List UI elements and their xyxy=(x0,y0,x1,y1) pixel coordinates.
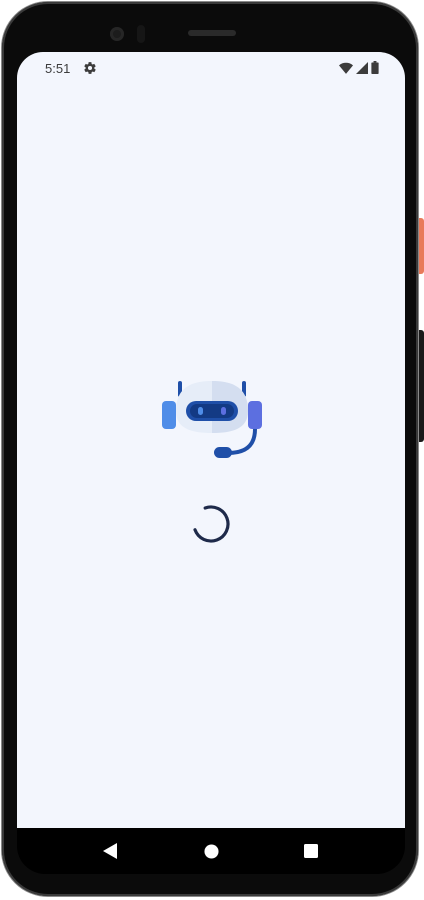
status-time: 5:51 xyxy=(45,61,71,76)
navigation-bar xyxy=(17,828,405,874)
gear-icon xyxy=(83,61,97,75)
robot-headset-icon xyxy=(162,381,262,458)
device-frame: 5:51 xyxy=(0,0,424,900)
front-camera xyxy=(110,27,124,41)
status-icons xyxy=(339,61,379,74)
earpiece-speaker xyxy=(188,30,236,36)
proximity-sensor xyxy=(137,25,145,43)
signal-icon xyxy=(356,61,368,74)
loading-spinner xyxy=(192,505,230,543)
home-icon[interactable] xyxy=(202,842,220,860)
wifi-icon xyxy=(339,62,353,74)
battery-icon xyxy=(371,61,379,74)
volume-button[interactable] xyxy=(419,330,424,442)
splash-content xyxy=(17,377,405,545)
power-button[interactable] xyxy=(419,218,424,274)
recents-icon[interactable] xyxy=(302,842,320,860)
status-bar: 5:51 xyxy=(17,52,405,84)
app-screen: 5:51 xyxy=(17,52,405,828)
back-icon[interactable] xyxy=(101,842,119,860)
